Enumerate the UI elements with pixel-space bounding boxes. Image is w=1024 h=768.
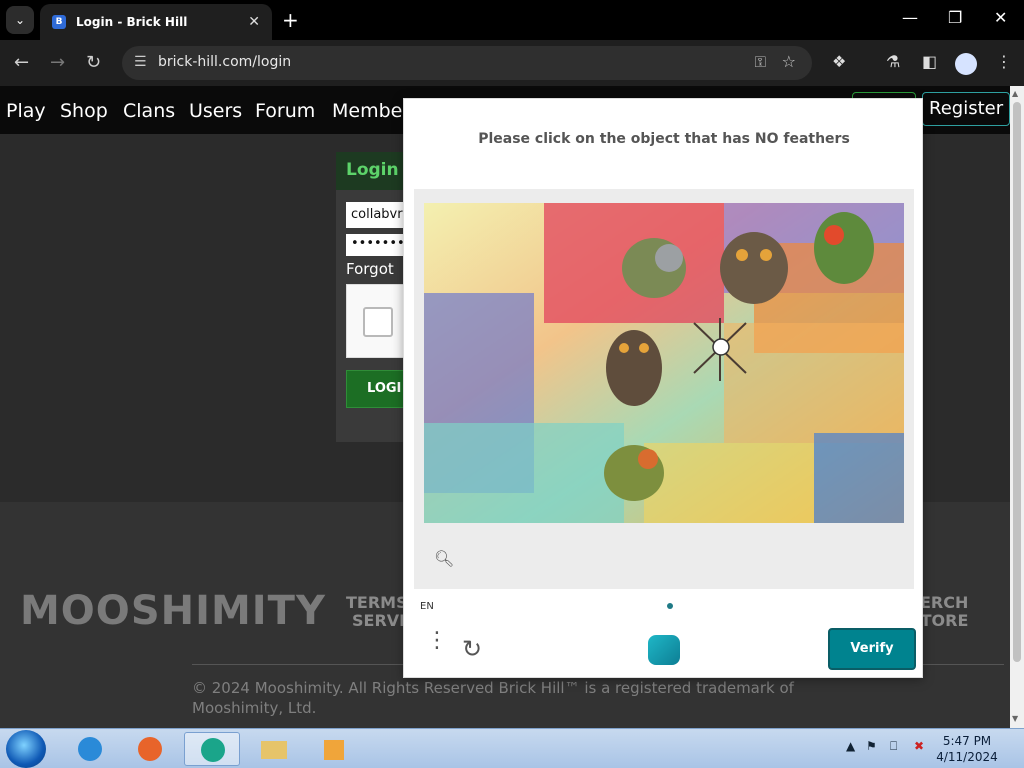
start-button[interactable] <box>6 730 46 768</box>
menu-icon[interactable]: ⋮ <box>996 52 1012 71</box>
merch-link[interactable]: ERCH TORE <box>920 594 968 630</box>
challenge-prompt: Please click on the object that has NO f… <box>478 131 850 147</box>
terms-line-1: TERMS <box>346 593 408 612</box>
tab-title: Login - Brick Hill <box>76 15 188 29</box>
reload-icon[interactable]: ↻ <box>86 52 101 73</box>
network-icon[interactable]: ⎕ <box>890 739 897 754</box>
file-explorer-icon[interactable] <box>246 732 302 766</box>
chevron-down-icon: ⌄ <box>14 13 26 27</box>
firefox-icon[interactable] <box>122 732 178 766</box>
scroll-down-icon[interactable]: ▼ <box>1012 714 1018 723</box>
scroll-up-icon[interactable]: ▲ <box>1012 89 1018 98</box>
more-options-icon[interactable]: ⋮ <box>426 630 448 652</box>
zoom-icon[interactable]: 🔍︎ <box>434 549 454 568</box>
edge-icon[interactable] <box>184 732 240 766</box>
terms-line-2: SERVI <box>352 611 406 630</box>
scroll-thumb[interactable] <box>1013 102 1021 662</box>
language-selector[interactable]: EN <box>420 601 434 612</box>
page-indicator-dot <box>667 603 673 609</box>
system-clock[interactable]: 5:47 PM 4/11/2024 <box>930 733 1004 765</box>
verify-button[interactable]: Verify <box>828 628 916 670</box>
merch-line-1: ERCH <box>920 593 969 612</box>
mooshimity-logo: MOOSHIMITY <box>20 588 326 634</box>
forward-icon[interactable]: → <box>50 52 65 73</box>
labs-icon[interactable]: ⚗ <box>886 52 900 71</box>
clock-date: 4/11/2024 <box>936 750 998 764</box>
extensions-icon[interactable]: ❖ <box>832 52 846 71</box>
ie-icon[interactable] <box>62 732 118 766</box>
merch-line-2: TORE <box>920 611 969 630</box>
challenge-image[interactable] <box>424 203 904 523</box>
captcha-challenge: Please click on the object that has NO f… <box>403 98 923 678</box>
hcaptcha-logo-icon <box>648 635 680 665</box>
nav-membership[interactable]: Membe <box>332 100 402 122</box>
parrot-grey <box>622 238 686 298</box>
parrot-macaw <box>814 212 874 284</box>
star-icon[interactable]: ☆ <box>782 52 796 71</box>
page-scrollbar[interactable]: ▲ ▼ <box>1010 86 1024 728</box>
click-marker <box>712 338 730 356</box>
minimize-icon[interactable]: — <box>902 8 918 27</box>
url-text: brick-hill.com/login <box>158 54 292 70</box>
action-center-flag-icon[interactable]: ⚑ <box>866 739 877 753</box>
tray-expand-icon[interactable]: ▲ <box>846 739 855 753</box>
nav-users[interactable]: Users <box>189 100 242 122</box>
back-icon[interactable]: ← <box>14 52 29 73</box>
nav-shop[interactable]: Shop <box>60 100 108 122</box>
nav-forum[interactable]: Forum <box>255 100 315 122</box>
brick-hill-favicon: B <box>52 15 66 29</box>
owl-middle <box>606 330 662 406</box>
tab-strip: ⌄ B Login - Brick Hill ✕ + — ❐ ✕ <box>0 0 1024 40</box>
address-bar[interactable]: ☰ brick-hill.com/login ⚿ ☆ <box>122 46 812 80</box>
volume-muted-icon[interactable]: ✖ <box>914 739 924 753</box>
side-panel-icon[interactable]: ◧ <box>922 52 937 71</box>
new-tab-icon[interactable]: + <box>282 8 299 32</box>
nav-play[interactable]: Play <box>6 100 46 122</box>
nav-register-button[interactable]: Register <box>922 92 1010 126</box>
tab-search-button[interactable]: ⌄ <box>6 6 34 34</box>
taskbar: ▲ ⚑ ⎕ ✖ 5:47 PM 4/11/2024 <box>0 728 1024 768</box>
close-window-icon[interactable]: ✕ <box>994 8 1007 27</box>
copyright-text: © 2024 Mooshimity. All Rights Reserved B… <box>192 679 794 717</box>
key-icon[interactable]: ⚿ <box>755 53 766 71</box>
challenge-image-art <box>424 203 904 523</box>
terms-link[interactable]: TERMS SERVI <box>346 594 408 630</box>
challenge-image-panel: 🔍︎ <box>414 189 914 589</box>
captcha-checkbox[interactable] <box>363 307 393 337</box>
media-player-icon[interactable] <box>306 732 362 766</box>
tab-login[interactable]: B Login - Brick Hill ✕ <box>40 4 272 40</box>
clock-time: 5:47 PM <box>942 734 992 748</box>
nav-clans[interactable]: Clans <box>123 100 175 122</box>
profile-avatar[interactable] <box>955 53 977 75</box>
forgot-password-link[interactable]: Forgot <box>346 260 394 278</box>
owl-top <box>720 232 788 304</box>
close-tab-icon[interactable]: ✕ <box>248 14 260 30</box>
parrot-small <box>604 445 664 501</box>
refresh-challenge-icon[interactable]: ↻ <box>462 635 482 663</box>
restore-icon[interactable]: ❐ <box>948 8 962 27</box>
site-info-icon[interactable]: ☰ <box>134 54 147 70</box>
